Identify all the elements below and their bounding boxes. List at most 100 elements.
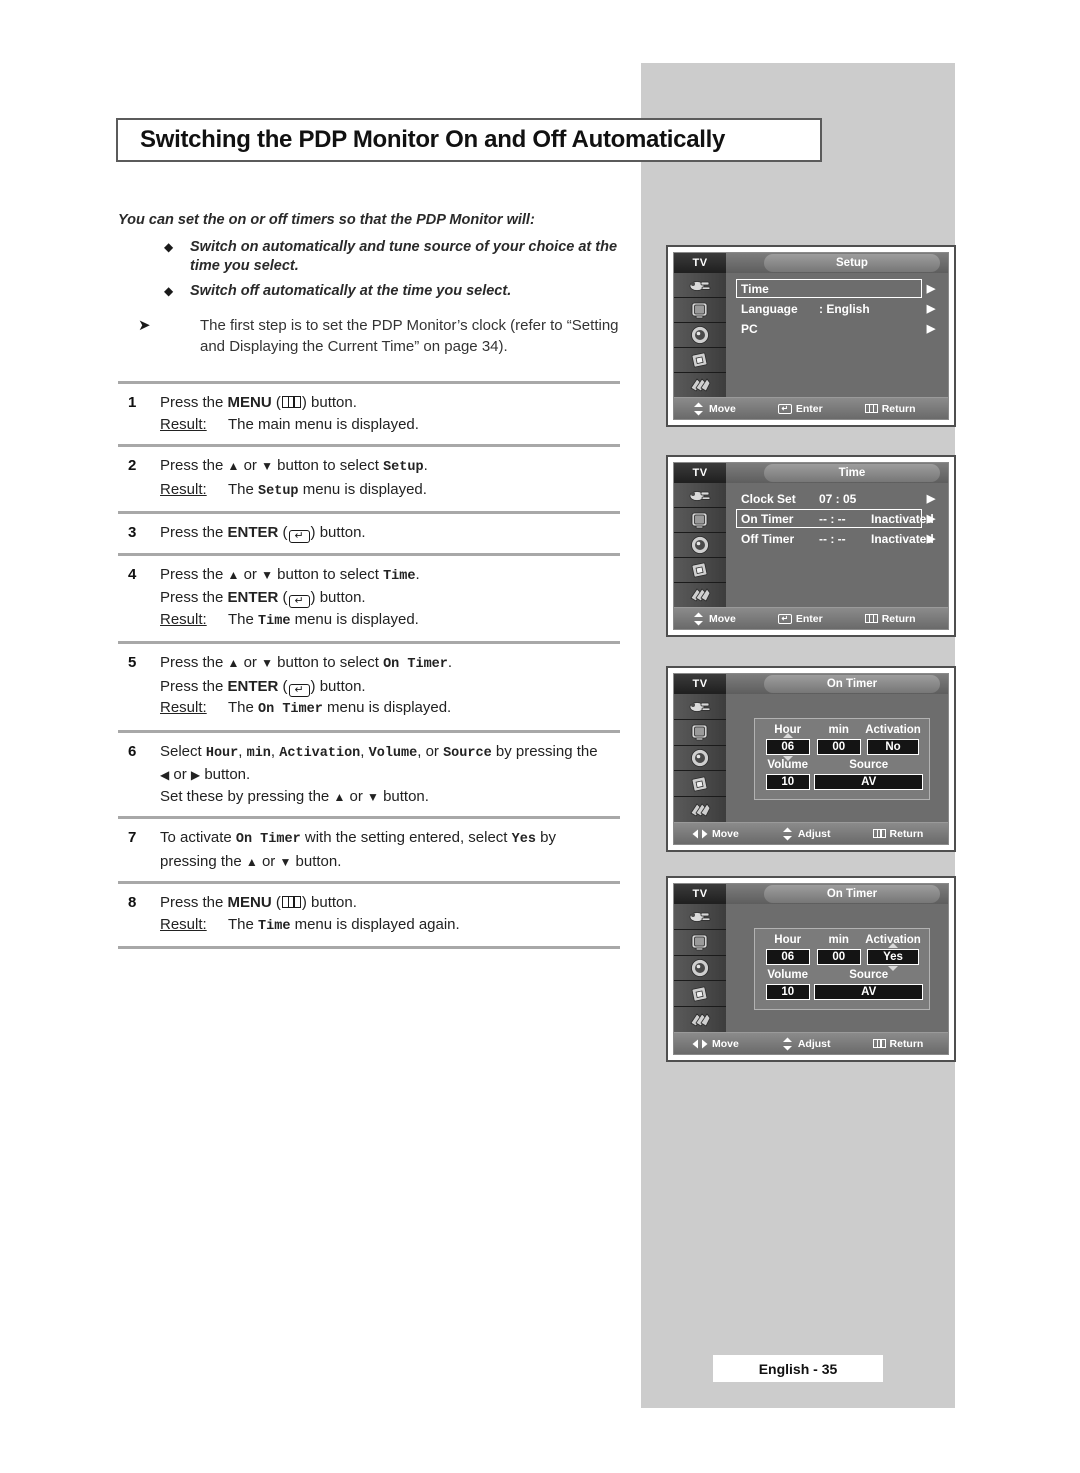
menu-name: Time xyxy=(258,613,291,629)
osd-row-value2: Inactivated xyxy=(871,531,934,546)
osd-row-label: Time xyxy=(741,281,769,296)
activation-value[interactable]: No xyxy=(867,739,920,755)
osd-menu-row[interactable]: PC ▶ xyxy=(736,319,940,338)
header-source: Source xyxy=(849,969,889,981)
menu-name: min xyxy=(246,745,271,761)
step-text: Press the xyxy=(160,524,228,541)
min-value[interactable]: 00 xyxy=(816,949,861,965)
osd-content: Clock Set 07 : 05 ▶ On Timer -- : -- Inactiva… xyxy=(726,483,948,607)
step-text: or xyxy=(345,787,368,805)
diamond-bullet-icon: ◆ xyxy=(164,284,174,298)
osd-hint-label: Move xyxy=(709,612,736,625)
arrow-note-icon: ➤ xyxy=(138,317,151,334)
step-text: , or xyxy=(417,742,444,760)
chevron-right-icon: ▶ xyxy=(926,493,936,505)
osd-icon-sidebar xyxy=(674,904,726,1032)
osd-row-label: Clock Set xyxy=(741,491,796,506)
volume-value[interactable]: 10 xyxy=(765,984,810,1000)
osd-menu-row[interactable]: Off Timer -- : -- Inactivated ▶ xyxy=(736,529,940,548)
step-result: Result: The Setup menu is displayed. xyxy=(160,479,620,503)
setup-chip-icon xyxy=(674,348,726,373)
step-line: Select Hour, min, Activation, Volume, or… xyxy=(160,741,620,765)
step-text: . xyxy=(447,654,453,671)
step-text: button to select xyxy=(273,457,384,474)
spinner-up-icon[interactable] xyxy=(888,943,899,948)
setup-chip-icon xyxy=(674,558,726,583)
result-text: The main menu is displayed. xyxy=(228,414,419,436)
step-text: button. xyxy=(315,677,366,695)
source-value[interactable]: AV xyxy=(814,984,923,1000)
step-line: Press the ENTER (↵) button. xyxy=(160,676,620,698)
osd-menu-row[interactable]: Time ▶ xyxy=(736,279,940,298)
paren: ( xyxy=(271,394,281,411)
header-min: min xyxy=(828,724,849,736)
step-line: Press the MENU () button. xyxy=(160,392,620,414)
osd-row-label: PC xyxy=(741,321,758,336)
menu-name: Time xyxy=(383,568,416,584)
header-min: min xyxy=(828,934,849,946)
osd-row-value: 07 : 05 xyxy=(819,491,857,506)
hour-value[interactable]: 06 xyxy=(765,949,810,965)
activation-value[interactable]: Yes xyxy=(867,943,920,971)
osd-body: TV Time Clock Set 07 : 05 ▶ On Timer -- : -- In… xyxy=(673,462,949,630)
picture-tv-icon xyxy=(674,930,726,956)
osd-menu-row[interactable]: Language: English ▶ xyxy=(736,299,940,318)
osd-title: On Timer xyxy=(826,678,878,690)
down-arrow-icon: ▼ xyxy=(279,854,292,869)
osd-titlebar: TV On Timer xyxy=(674,674,948,694)
step-text: button to select xyxy=(273,565,384,583)
step-number: 1 xyxy=(128,394,137,411)
step-row: 3 Press the ENTER (↵) button. xyxy=(118,514,620,553)
step-text: or xyxy=(239,654,262,671)
page-number-badge: English - 35 xyxy=(713,1355,883,1382)
volume-value[interactable]: 10 xyxy=(765,774,810,790)
osd-hint: ↵ Enter xyxy=(777,402,823,415)
step-line: Press the MENU () button. xyxy=(160,892,620,914)
osd-menu-row[interactable]: On Timer -- : -- Inactivated ▶ xyxy=(736,509,940,528)
step-text: Press the xyxy=(160,654,228,671)
picture-tv-icon xyxy=(674,298,726,323)
step-body: To activate On Timer with the setting en… xyxy=(160,827,620,872)
osd-body: TV Setup Time ▶ Language: English ▶ PC ▶ Move ↵ En… xyxy=(673,252,949,420)
step-text: button. xyxy=(306,394,357,411)
osd-hint-label: Enter xyxy=(795,612,823,625)
osd-source-label: TV xyxy=(674,463,726,483)
step-text: button. xyxy=(306,894,357,911)
spinner-down-icon[interactable] xyxy=(782,756,793,761)
step-number: 6 xyxy=(128,742,137,760)
hour-value[interactable]: 06 xyxy=(765,733,810,761)
button-name: MENU xyxy=(227,894,272,911)
osd-hint-label: Enter xyxy=(795,402,823,415)
osd-hint-label: Move xyxy=(709,402,736,415)
step-text: or xyxy=(239,565,262,583)
enter-button-icon: ↵ xyxy=(288,530,310,543)
step-number: 7 xyxy=(128,829,137,846)
source-value[interactable]: AV xyxy=(814,774,923,790)
step-text: by pressing the xyxy=(491,742,598,760)
chevron-right-icon: ▶ xyxy=(926,323,936,335)
spinner-down-icon[interactable] xyxy=(888,966,899,971)
sound-speaker-icon xyxy=(674,323,726,348)
step-number: 3 xyxy=(128,524,137,541)
enter-icon: ↵ xyxy=(777,613,792,624)
osd-screenshot-on-timer-no: TV On Timer Hour min Activation 06 00 No Volume S… xyxy=(666,666,956,852)
min-value[interactable]: 00 xyxy=(816,739,861,755)
step-text: Select xyxy=(160,742,206,760)
osd-body: TV On Timer Hour min Activation 06 00 No Volume S… xyxy=(673,673,949,845)
step-line: Press the ▲ or ▼ button to select On Tim… xyxy=(160,652,620,676)
header-volume: Volume xyxy=(767,969,809,981)
menu-name: Activation xyxy=(279,745,361,761)
menu-icon xyxy=(864,404,878,413)
step-row: 2 Press the ▲ or ▼ button to select Setup… xyxy=(118,447,620,511)
osd-hintbar: Move ↵ Enter Return xyxy=(674,607,948,629)
chevron-right-icon: ▶ xyxy=(926,283,936,295)
spinner-up-icon[interactable] xyxy=(782,733,793,738)
step-text: button. xyxy=(315,524,366,541)
osd-row-label: Language xyxy=(741,301,798,316)
step-body: Press the MENU () button. Result: The main… xyxy=(160,392,620,435)
step-number: 4 xyxy=(128,565,137,583)
result-text-post: menu is displayed. xyxy=(290,610,419,628)
button-name: MENU xyxy=(227,394,272,411)
osd-menu-row[interactable]: Clock Set 07 : 05 ▶ xyxy=(736,489,940,508)
result-text-pre: The xyxy=(228,915,259,933)
